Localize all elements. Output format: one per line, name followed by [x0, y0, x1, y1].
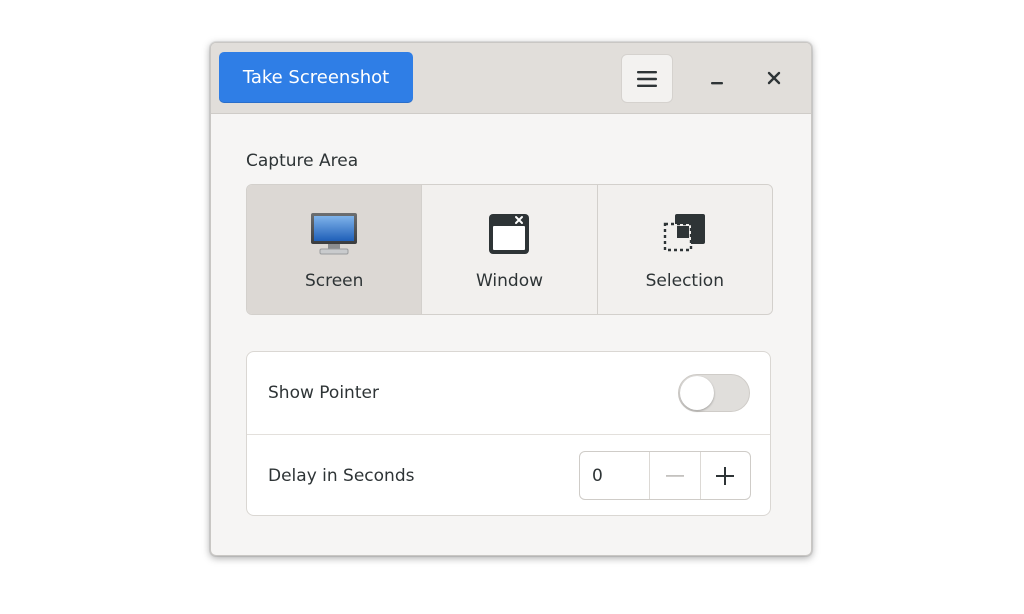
increment-button[interactable] [699, 452, 751, 499]
delay-input[interactable] [580, 452, 649, 499]
capture-selection-label: Selection [645, 271, 724, 291]
monitor-icon [311, 213, 358, 255]
show-pointer-switch[interactable] [678, 374, 750, 412]
show-pointer-label: Show Pointer [268, 383, 379, 403]
screenshot-window: Take Screenshot Capture Area Screen Wind… [210, 42, 812, 556]
window-icon [489, 214, 530, 254]
selection-icon [663, 214, 705, 252]
delay-label: Delay in Seconds [268, 466, 415, 486]
capture-selection-button[interactable]: Selection [597, 185, 772, 314]
delay-spinbutton [579, 451, 751, 500]
main-menu-button[interactable] [621, 54, 673, 103]
capture-area-heading: Capture Area [246, 151, 359, 171]
decrement-button[interactable] [649, 452, 700, 499]
capture-screen-button[interactable]: Screen [247, 185, 423, 314]
minus-icon [665, 474, 684, 477]
capture-screen-label: Screen [304, 271, 364, 291]
close-icon [767, 71, 781, 85]
close-button[interactable] [756, 60, 792, 96]
capture-area-group: Screen Window Selection [246, 184, 773, 315]
options-card: Show Pointer Delay in Seconds [246, 351, 771, 516]
plus-icon [716, 466, 735, 485]
take-screenshot-button[interactable]: Take Screenshot [219, 52, 413, 103]
switch-knob [680, 376, 714, 410]
delay-row: Delay in Seconds [247, 435, 770, 515]
minimize-icon [711, 82, 723, 85]
capture-window-button[interactable]: Window [422, 185, 598, 314]
show-pointer-row: Show Pointer [247, 352, 770, 434]
minimize-button[interactable] [699, 60, 735, 96]
capture-window-label: Window [475, 271, 543, 291]
hamburger-menu-icon [637, 70, 657, 87]
header-bar: Take Screenshot [211, 43, 811, 114]
